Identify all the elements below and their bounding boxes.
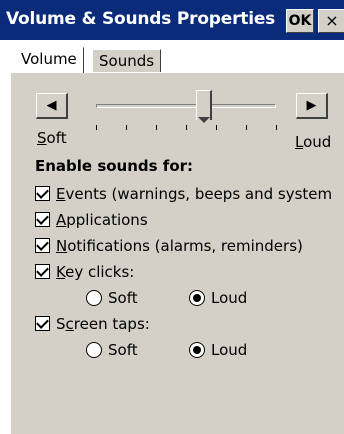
slider-tick	[246, 125, 247, 130]
key-clicks-label-rest: ey clicks:	[65, 263, 135, 281]
key-clicks-soft-label: Soft	[108, 289, 138, 307]
applications-label-rest: pplications	[66, 211, 148, 229]
right-arrow-icon: ▶	[306, 98, 317, 113]
notifications-label-rest: otifications (alarms, reminders)	[67, 237, 303, 255]
applications-checkbox[interactable]	[35, 212, 50, 227]
events-checkbox[interactable]	[35, 186, 50, 201]
applications-checkbox-row[interactable]: Applications	[35, 211, 148, 231]
loud-label: Loud	[295, 133, 331, 151]
key-clicks-loud-radio[interactable]	[189, 290, 205, 306]
slider-tick	[96, 125, 97, 130]
slider-tick	[186, 125, 187, 130]
slider-tick	[156, 125, 157, 130]
screen-taps-checkbox[interactable]	[35, 316, 50, 331]
title-bar: Volume & Sounds Properties OK ×	[0, 0, 344, 40]
applications-label-key: A	[56, 211, 67, 229]
screen-taps-label-rest: reen taps:	[73, 315, 150, 333]
tab-sounds[interactable]: Sounds	[92, 49, 162, 73]
soft-label-key: S	[37, 129, 47, 147]
notifications-label-key: N	[56, 237, 68, 255]
events-label-rest: vents (warnings, beeps and system	[65, 185, 333, 203]
ok-button[interactable]: OK	[286, 9, 314, 33]
key-clicks-soft-option[interactable]: Soft	[86, 289, 138, 307]
slider-tick	[126, 125, 127, 130]
key-clicks-checkbox-row[interactable]: Key clicks:	[35, 263, 134, 283]
key-clicks-soft-radio[interactable]	[86, 290, 102, 306]
key-clicks-label-key: K	[56, 263, 66, 281]
screen-taps-loud-radio[interactable]	[189, 342, 205, 358]
slider-tick	[216, 125, 217, 130]
volume-slider-thumb[interactable]	[196, 90, 212, 123]
key-clicks-loud-option[interactable]: Loud	[189, 289, 247, 307]
notifications-checkbox[interactable]	[35, 238, 50, 253]
screen-taps-loud-option[interactable]: Loud	[189, 341, 247, 359]
volume-slider-track[interactable]	[96, 104, 276, 108]
tab-volume[interactable]: Volume	[14, 47, 84, 73]
key-clicks-checkbox[interactable]	[35, 264, 50, 279]
screen-taps-checkbox-row[interactable]: Screen taps:	[35, 315, 150, 335]
screen-taps-soft-label: Soft	[108, 341, 138, 359]
enable-sounds-heading: Enable sounds for:	[35, 157, 194, 175]
volume-up-button[interactable]: ▶	[296, 93, 328, 119]
tab-strip: Volume Sounds	[0, 40, 344, 73]
notifications-checkbox-row[interactable]: Notifications (alarms, reminders)	[35, 237, 303, 257]
loud-label-rest: oud	[303, 133, 332, 151]
volume-panel: ◀ ▶ Soft Loud Enable sounds for: Events …	[10, 72, 344, 434]
screen-taps-soft-radio[interactable]	[86, 342, 102, 358]
screen-taps-label-prefix: S	[56, 315, 66, 333]
close-button[interactable]: ×	[318, 9, 344, 33]
slider-tick	[276, 125, 277, 130]
loud-label-key: L	[295, 133, 304, 151]
screen-taps-label-key: c	[65, 315, 74, 333]
screen-taps-soft-option[interactable]: Soft	[86, 341, 138, 359]
events-checkbox-row[interactable]: Events (warnings, beeps and system	[35, 185, 332, 205]
soft-label-rest: oft	[46, 129, 67, 147]
key-clicks-loud-label: Loud	[211, 289, 248, 307]
window-title: Volume & Sounds Properties	[6, 9, 276, 29]
soft-label: Soft	[37, 129, 67, 147]
left-arrow-icon: ◀	[46, 98, 57, 113]
screen-taps-loud-label: Loud	[211, 341, 248, 359]
volume-down-button[interactable]: ◀	[36, 93, 68, 119]
